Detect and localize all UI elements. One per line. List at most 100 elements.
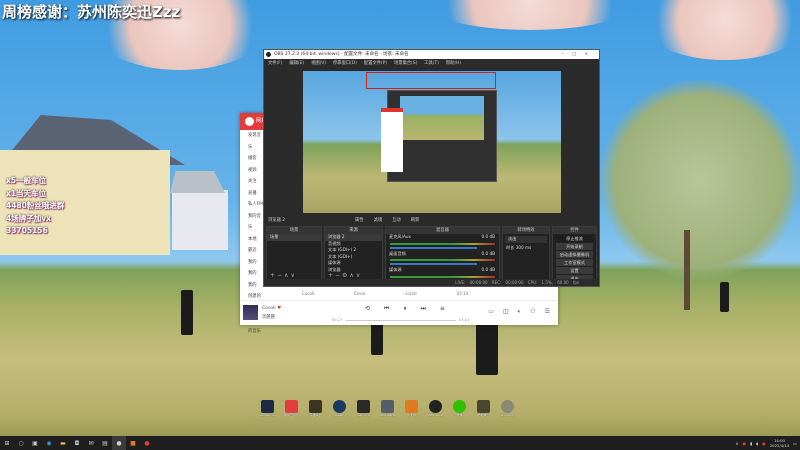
desktop-icon[interactable]: 鲁大师	[404, 400, 419, 417]
sidebar-item[interactable]: 我的	[248, 268, 263, 280]
obs-taskbar-icon[interactable]: ●	[112, 436, 126, 450]
pause-icon[interactable]: ⏸	[403, 305, 406, 313]
stream-overlay-text: x5一般车位 x1当天车位 4480粉丝哦进群 4场牌子加vx 33705156	[6, 175, 64, 238]
menu-help[interactable]: 帮助(H)	[446, 59, 461, 68]
mixer-channel: 媒体源 0.0 dB	[386, 267, 499, 278]
edge-icon[interactable]: ◉	[42, 436, 56, 450]
mail-icon[interactable]: ✉	[84, 436, 98, 450]
search-icon[interactable]: ○	[14, 436, 28, 450]
nested-music-capture	[381, 108, 403, 172]
file-explorer-icon[interactable]: ▬	[56, 436, 70, 450]
next-icon[interactable]: ⏭	[420, 305, 425, 313]
now-playing-title[interactable]: Cocoll ♥	[262, 306, 281, 311]
sidebar-item[interactable]: 视频	[248, 165, 263, 177]
start-icon[interactable]: ⊞	[0, 436, 14, 450]
refresh-button[interactable]: 刷新	[411, 216, 420, 225]
previous-icon[interactable]: ⏮	[384, 305, 389, 313]
virtual-camera-button[interactable]: 启动虚拟摄像机	[556, 251, 593, 258]
network-icon[interactable]: ▮	[750, 441, 752, 446]
volume-icon[interactable]: ◖	[756, 441, 758, 446]
source-selection-box[interactable]	[366, 72, 496, 89]
obs-preview[interactable]	[303, 71, 561, 213]
tray-app-icon[interactable]: ●	[742, 441, 746, 446]
source-controls[interactable]: +−⚙∧∨	[328, 272, 362, 279]
loop-icon[interactable]: ⟲	[365, 305, 370, 313]
notification-icon[interactable]: ▭	[793, 441, 797, 446]
song-row[interactable]: Cocoll Envie cocoll 03:14	[302, 289, 554, 299]
playlist-icon[interactable]: ☰	[545, 308, 550, 316]
volume-icon[interactable]: 🔈︎	[518, 308, 522, 316]
effect-icon[interactable]: ◫	[503, 308, 509, 316]
player-bar: Cocoll ♥ 黑麓麓 ⟲ ⏮ ⏸ ⏭ ≡ 00:27 03:14 ▭ ◫ 🔈…	[240, 300, 558, 325]
studio-mode-button[interactable]: 工作室模式	[556, 259, 593, 266]
sidebar-item[interactable]: 私人FM	[248, 199, 263, 211]
clock[interactable]: 14:00 2022/4/14	[770, 438, 789, 448]
task-view-icon[interactable]: ▣	[28, 436, 42, 450]
song-artist: Envie	[354, 291, 366, 296]
desktop-icon[interactable]: GeForce	[356, 400, 371, 417]
filters-button[interactable]: 滤镜	[374, 216, 383, 225]
lyrics-icon[interactable]: ≡	[440, 305, 445, 313]
total-time: 03:14	[459, 318, 470, 322]
overlay-line: x1当天车位	[6, 188, 47, 198]
menu-tools[interactable]: 工具(T)	[424, 59, 439, 68]
properties-button[interactable]: 属性	[355, 216, 364, 225]
taskbar: ⊞ ○ ▣ ◉ ▬ ◘ ✉ ▤ ● ■ ● ∧ ● ▮ ◖ ● 14:00 20…	[0, 436, 800, 450]
obs-statusbar: LIVE: 00:00:00 REC: 00:00:00 CPU: 1.5%, …	[264, 279, 599, 286]
menu-profile[interactable]: 配置文件(P)	[364, 59, 387, 68]
sidebar-item[interactable]: 直播	[248, 188, 263, 200]
menu-docks[interactable]: 停靠窗口(D)	[333, 59, 357, 68]
interact-button[interactable]: 互动	[392, 216, 401, 225]
sidebar-item[interactable]: 播客	[248, 153, 263, 165]
sidebar-item[interactable]: 最近	[248, 245, 263, 257]
person	[371, 320, 383, 355]
app-icon[interactable]: ■	[126, 436, 140, 450]
app-icon[interactable]: ▤	[98, 436, 112, 450]
sidebar-item[interactable]: 本地	[248, 234, 263, 246]
person	[181, 290, 193, 335]
sidebar-item[interactable]: 我的	[248, 280, 263, 292]
heart-icon[interactable]: ♥	[277, 306, 281, 311]
now-playing-artist[interactable]: 黑麓麓	[262, 314, 275, 320]
obs-window[interactable]: OBS 27.2.3 (64-bit, windows) - 配置文件: 未命名…	[263, 49, 600, 287]
mixer-dock: 混音器 麦克风/Aux 0.0 dB 桌面音频 0.0 dB 媒体源 0.0 d…	[385, 226, 500, 281]
quality-icon[interactable]: ▭	[488, 308, 494, 316]
transition-select[interactable]: 淡出	[505, 236, 547, 243]
desktop-icon[interactable]: SteelSeries	[380, 400, 395, 417]
menu-edit[interactable]: 编辑(E)	[289, 59, 304, 68]
desktop-icon[interactable]: OBS Studio	[428, 400, 443, 417]
progress-slider[interactable]	[346, 320, 456, 321]
share-icon[interactable]: ⚇	[530, 308, 535, 316]
menu-view[interactable]: 视图(V)	[311, 59, 326, 68]
scene-controls[interactable]: +−∧∨	[270, 272, 297, 279]
album-cover[interactable]	[243, 305, 258, 320]
sidebar-item[interactable]: 关注	[248, 176, 263, 188]
cherry-blossom	[640, 0, 800, 60]
sidebar-item[interactable]: 我的	[248, 257, 263, 269]
transitions-dock: 转场特效 淡出 时长 300 ms	[502, 226, 550, 281]
desktop-icon[interactable]: 网易云音乐	[284, 400, 299, 417]
selected-source-label: 浏览器 2	[268, 218, 285, 223]
tray-expand-icon[interactable]: ∧	[736, 441, 739, 446]
desktop-icon[interactable]: 微信	[452, 400, 467, 417]
settings-button[interactable]: 设置	[556, 267, 593, 274]
desktop-icon[interactable]: 绝地求生	[476, 400, 491, 417]
netease-taskbar-icon[interactable]: ●	[140, 436, 154, 450]
desktop-icon[interactable]: 英雄联盟	[308, 400, 323, 417]
obs-titlebar[interactable]: OBS 27.2.3 (64-bit, windows) - 配置文件: 未命名…	[264, 50, 599, 59]
desktop-icon[interactable]: Apowersoft	[260, 400, 275, 417]
sidebar-item[interactable]: 发现音乐	[248, 130, 263, 153]
stop-streaming-button[interactable]: 停止推流	[556, 235, 593, 242]
menu-file[interactable]: 文件(F)	[268, 59, 282, 68]
store-icon[interactable]: ◘	[70, 436, 84, 450]
scene-item[interactable]: 场景	[267, 234, 321, 241]
volume-slider[interactable]	[390, 263, 477, 265]
desktop-icon[interactable]: Overwolf	[500, 400, 515, 417]
window-controls[interactable]: –□×	[562, 50, 596, 59]
menu-scene-collection[interactable]: 场景集合(S)	[394, 59, 417, 68]
start-recording-button[interactable]: 开始录制	[556, 243, 593, 250]
duration-field[interactable]: 时长 300 ms	[503, 245, 549, 252]
tray-app-icon[interactable]: ●	[762, 441, 766, 446]
volume-slider[interactable]	[390, 246, 477, 249]
desktop-icon[interactable]: Steam	[332, 400, 347, 417]
